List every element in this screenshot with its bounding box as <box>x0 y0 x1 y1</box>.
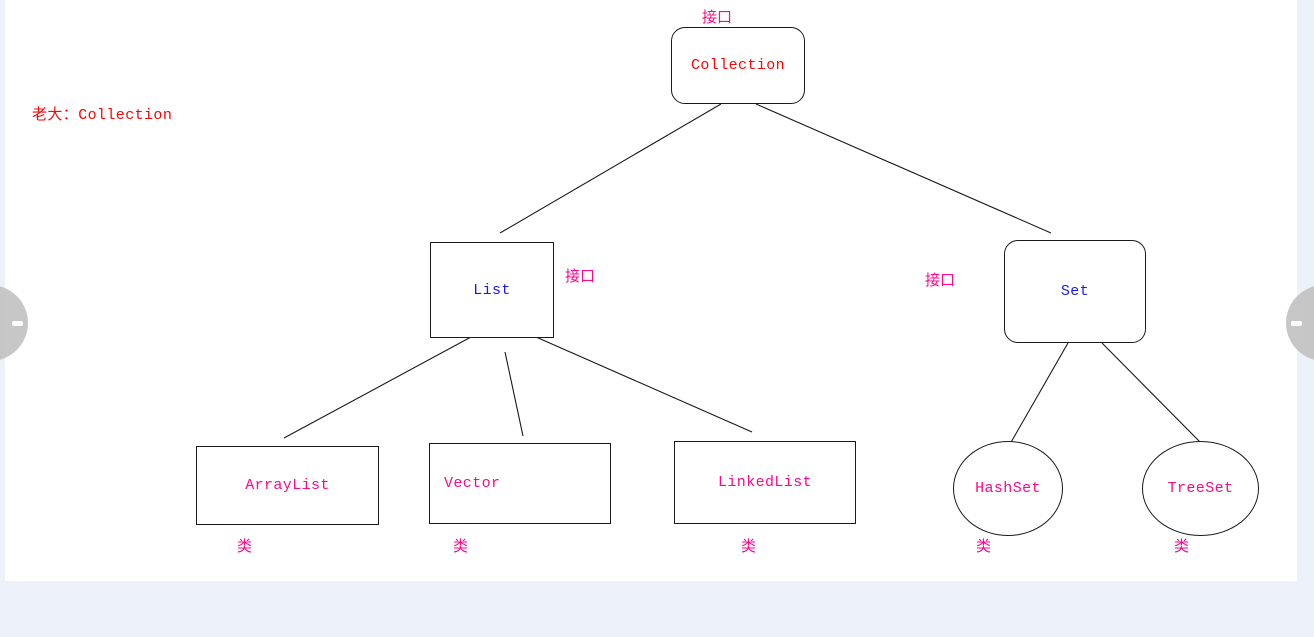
diagram-canvas: 老大：Collection 接口 Collection List 接口 接口 S… <box>5 0 1297 581</box>
tag-collection: 接口 <box>702 9 733 26</box>
edge-set-treeset <box>1101 342 1203 445</box>
edge-collection-set <box>755 103 1052 234</box>
node-list-label: List <box>473 281 511 299</box>
node-arraylist[interactable]: ArrayList <box>196 446 379 525</box>
tag-treeset: 类 <box>1174 538 1190 555</box>
node-vector[interactable]: Vector <box>429 443 611 524</box>
edge-list-vector <box>504 351 524 437</box>
node-linkedlist[interactable]: LinkedList <box>674 441 856 524</box>
edge-list-arraylist <box>283 336 472 439</box>
node-arraylist-label: ArrayList <box>245 477 330 494</box>
tag-linkedlist: 类 <box>741 538 757 555</box>
edge-collection-list <box>499 103 722 234</box>
node-set[interactable]: Set <box>1004 240 1146 343</box>
edge-list-linkedlist <box>535 336 753 433</box>
chevron-right-icon <box>1291 320 1302 326</box>
node-treeset-label: TreeSet <box>1167 480 1234 497</box>
edge-set-hashset <box>1009 342 1069 445</box>
corner-note: 老大：Collection <box>32 107 173 124</box>
chevron-left-icon <box>12 320 23 326</box>
node-treeset[interactable]: TreeSet <box>1142 441 1259 536</box>
tag-set: 接口 <box>925 272 956 289</box>
tag-vector: 类 <box>453 538 469 555</box>
tag-hashset: 类 <box>976 538 992 555</box>
node-set-label: Set <box>1060 283 1090 300</box>
node-list[interactable]: List <box>430 242 554 338</box>
tag-list: 接口 <box>565 268 596 285</box>
node-collection-label: Collection <box>690 57 785 74</box>
slide-viewer: 老大：Collection 接口 Collection List 接口 接口 S… <box>0 0 1314 637</box>
node-linkedlist-label: LinkedList <box>717 474 812 491</box>
node-hashset[interactable]: HashSet <box>953 441 1063 536</box>
node-collection[interactable]: Collection <box>671 27 805 104</box>
node-hashset-label: HashSet <box>975 480 1041 497</box>
tag-arraylist: 类 <box>237 538 253 555</box>
node-vector-label: Vector <box>444 475 501 492</box>
